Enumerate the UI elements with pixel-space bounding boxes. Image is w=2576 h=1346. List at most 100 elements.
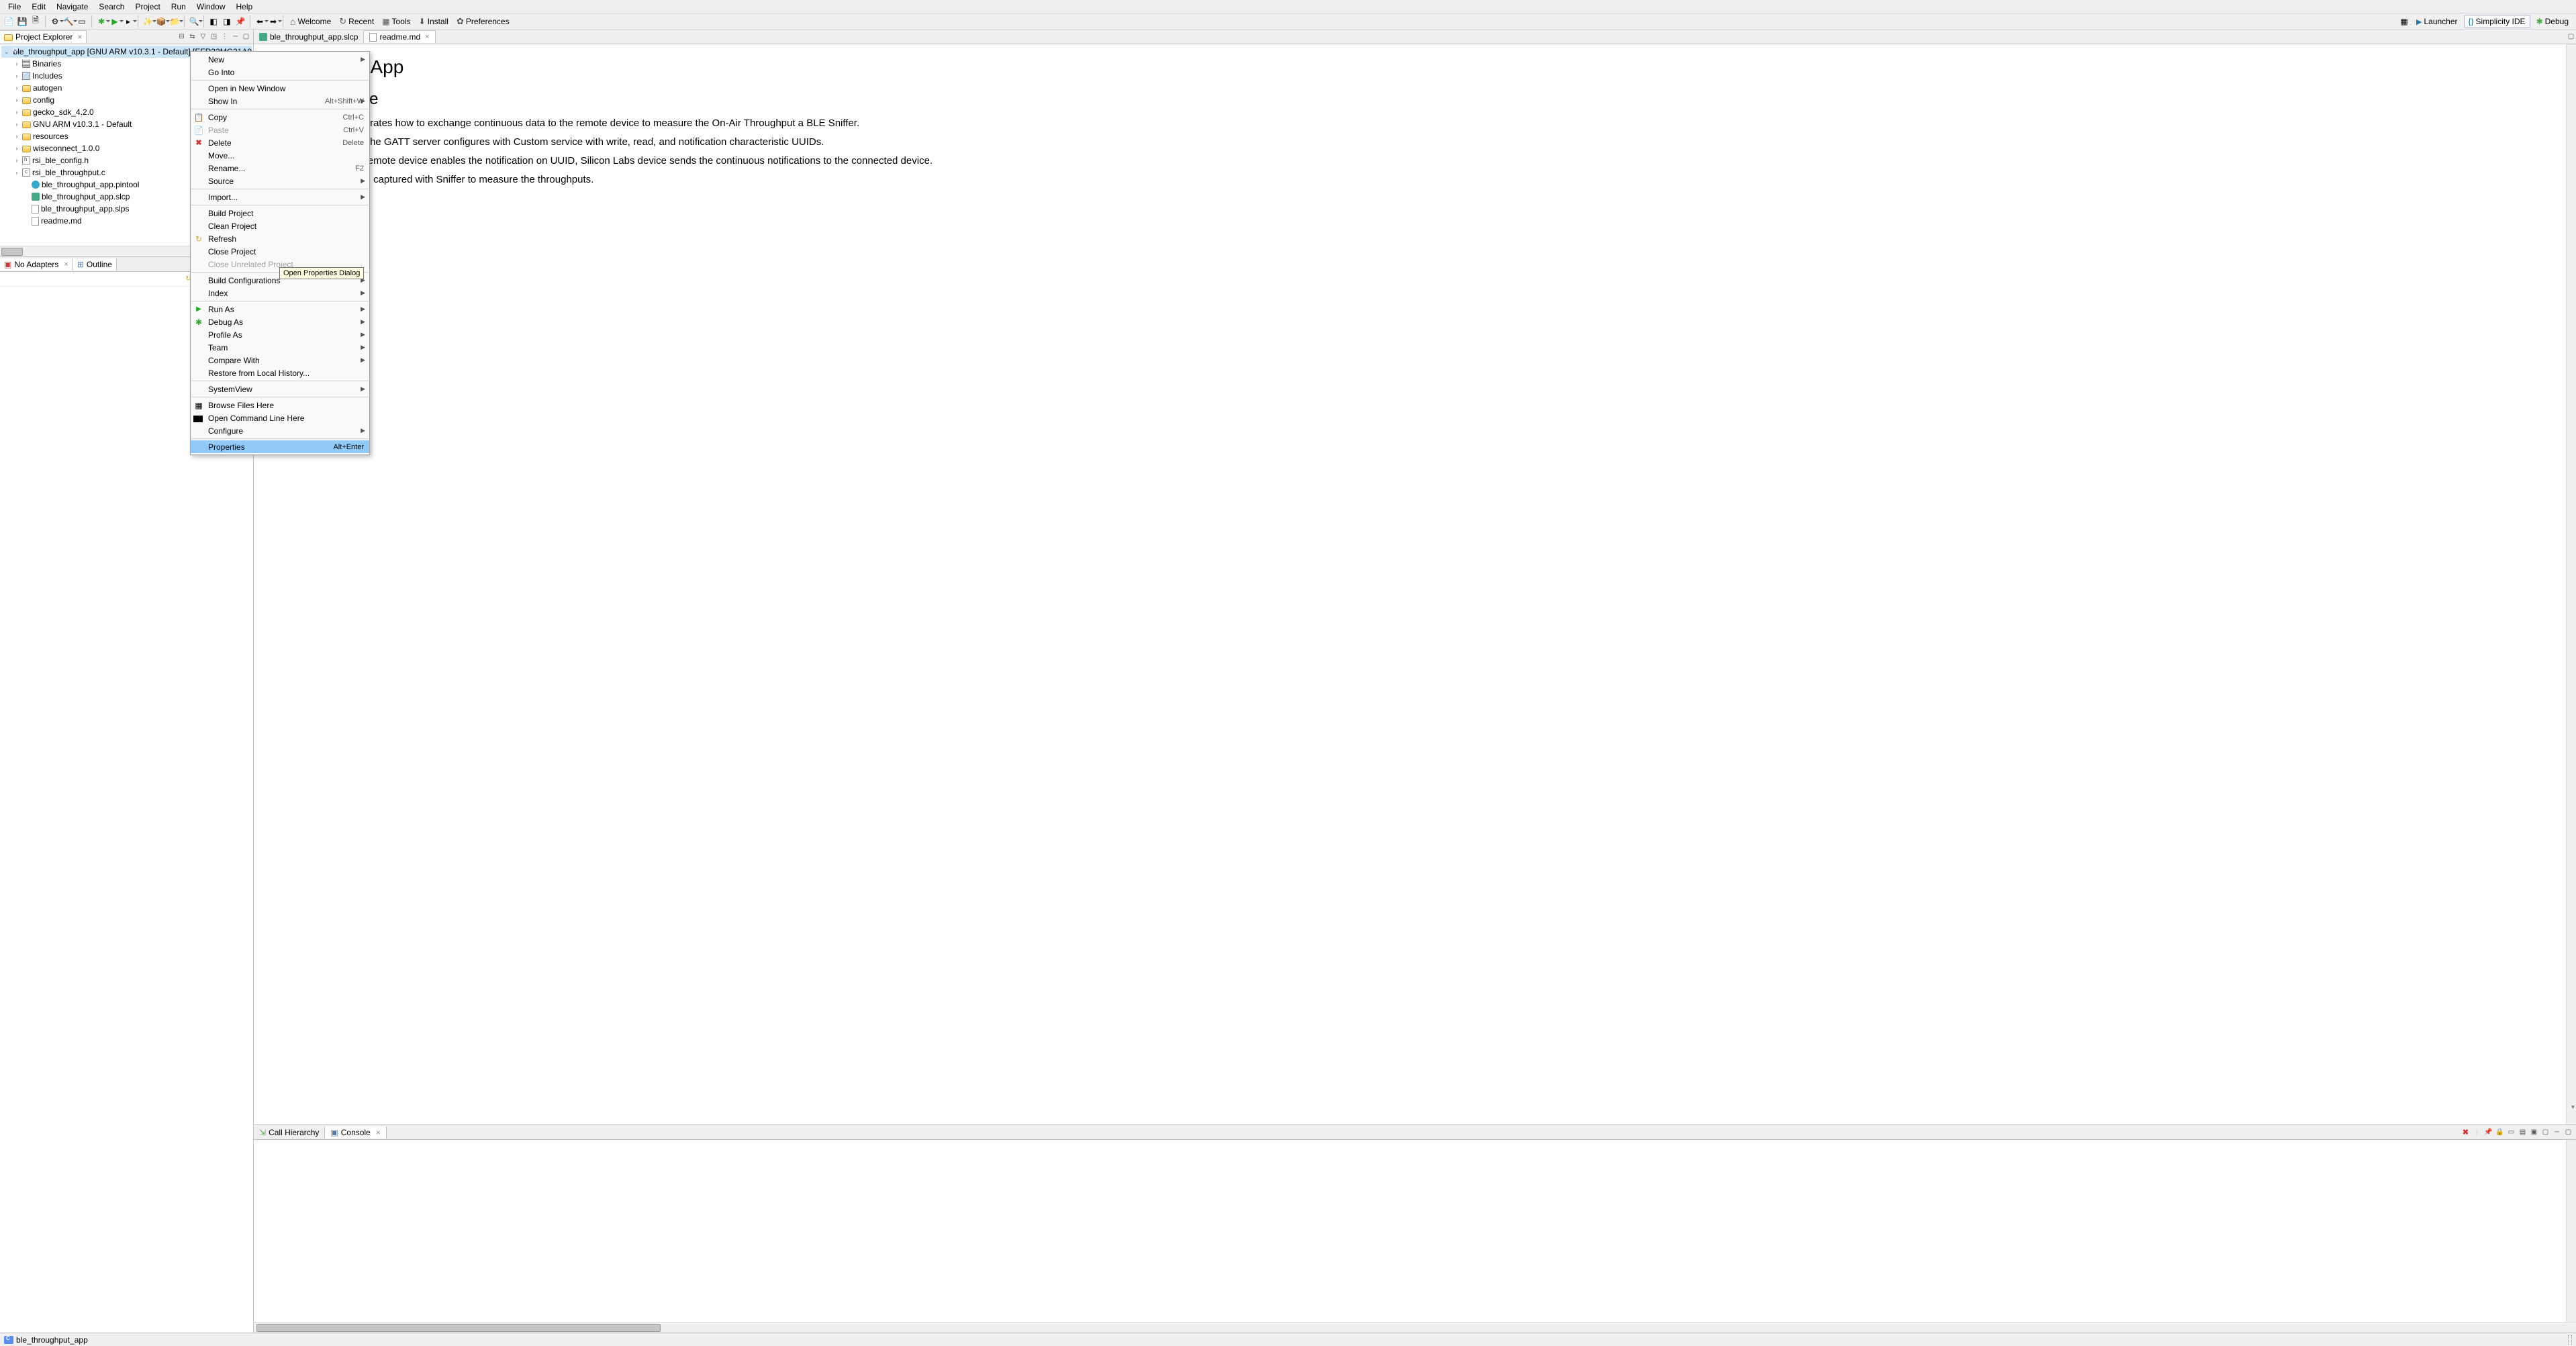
forward-icon[interactable]: ➡ xyxy=(267,15,279,28)
cm-build-project[interactable]: Build Project xyxy=(191,207,369,220)
cm-open-cmd[interactable]: Open Command Line Here xyxy=(191,412,369,424)
new-wizard-icon[interactable]: ✨ xyxy=(142,15,154,28)
cm-delete[interactable]: ✖DeleteDelete xyxy=(191,136,369,149)
menu-navigate[interactable]: Navigate xyxy=(51,1,93,13)
terminal-icon[interactable]: ▤ xyxy=(2518,1127,2528,1137)
cm-restore-local[interactable]: Restore from Local History... xyxy=(191,367,369,379)
wizard-icon[interactable]: 📦 xyxy=(155,15,167,28)
install-button[interactable]: Install xyxy=(416,17,452,26)
vertical-scrollbar[interactable] xyxy=(2566,1140,2576,1322)
cm-index[interactable]: Index▶ xyxy=(191,287,369,299)
run-icon[interactable]: ▶ xyxy=(109,15,121,28)
welcome-button[interactable]: Welcome xyxy=(287,16,334,27)
expand-icon[interactable] xyxy=(13,157,20,164)
expand-icon[interactable] xyxy=(13,85,20,91)
cm-profile-as[interactable]: Profile As▶ xyxy=(191,328,369,341)
maximize-icon[interactable]: ▢ xyxy=(2566,32,2576,42)
pin-icon[interactable]: 📌 xyxy=(2483,1127,2493,1137)
scroll-lock-icon[interactable]: 🔒 xyxy=(2495,1127,2505,1137)
expand-icon[interactable] xyxy=(13,97,20,103)
clear-icon[interactable]: ✖ xyxy=(2461,1127,2471,1137)
cm-clean-project[interactable]: Clean Project xyxy=(191,220,369,232)
resize-grip-icon[interactable] xyxy=(2568,1335,2572,1345)
cm-go-into[interactable]: Go Into xyxy=(191,66,369,79)
console-tab[interactable]: ▣Console× xyxy=(325,1126,386,1139)
hammer-build-icon[interactable]: 🔨 xyxy=(62,15,75,28)
cm-import[interactable]: Import...▶ xyxy=(191,191,369,203)
cm-systemview[interactable]: SystemView▶ xyxy=(191,383,369,395)
minimize-icon[interactable]: ─ xyxy=(2552,1127,2562,1137)
cm-open-new-window[interactable]: Open in New Window xyxy=(191,82,369,95)
save-button-icon[interactable]: 💾 xyxy=(16,15,28,28)
expand-icon[interactable] xyxy=(13,169,20,176)
filter-icon[interactable]: ▽ xyxy=(198,32,208,42)
perspective-simplicity-ide[interactable]: {}Simplicity IDE xyxy=(2464,15,2530,28)
menu-search[interactable]: Search xyxy=(93,1,130,13)
menu-project[interactable]: Project xyxy=(130,1,165,13)
cm-new[interactable]: New▶ xyxy=(191,53,369,66)
menu-window[interactable]: Window xyxy=(191,1,231,13)
close-icon[interactable]: × xyxy=(77,32,82,42)
expand-icon[interactable] xyxy=(13,109,20,115)
minimize-icon[interactable]: ─ xyxy=(230,32,240,42)
cm-compare-with[interactable]: Compare With▶ xyxy=(191,354,369,367)
close-icon[interactable]: × xyxy=(376,1128,381,1137)
preferences-button[interactable]: Preferences xyxy=(453,16,513,27)
pin-icon[interactable]: 📌 xyxy=(234,15,246,28)
cm-browse-files[interactable]: ▦Browse Files Here xyxy=(191,399,369,412)
cm-team[interactable]: Team▶ xyxy=(191,341,369,354)
annotations2-icon[interactable]: ◨ xyxy=(221,15,233,28)
editor-readme[interactable]: Throughput App urpose / Scope pplication… xyxy=(254,44,2576,1124)
cm-run-as[interactable]: ▶Run As▶ xyxy=(191,303,369,316)
expand-icon[interactable] xyxy=(13,133,20,140)
new-console-icon[interactable]: ▢ xyxy=(2540,1127,2550,1137)
maximize-icon[interactable]: ▢ xyxy=(241,32,251,42)
cm-configure[interactable]: Configure▶ xyxy=(191,424,369,437)
expand-icon[interactable] xyxy=(13,60,20,67)
editor-tab-slcp[interactable]: ble_throughput_app.slcp xyxy=(254,31,364,43)
focus-icon[interactable]: ◳ xyxy=(209,32,219,42)
display-icon[interactable]: ▭ xyxy=(2506,1127,2516,1137)
chevron-down-icon[interactable]: ▾ xyxy=(2571,1104,2575,1111)
project-explorer-tab[interactable]: Project Explorer × xyxy=(0,30,87,43)
collapse-all-icon[interactable]: ⊟ xyxy=(177,32,187,42)
close-icon[interactable]: × xyxy=(425,33,429,41)
horizontal-scrollbar[interactable] xyxy=(254,1322,2576,1333)
outline-tab[interactable]: ⊞Outline xyxy=(73,258,117,271)
open-console-icon[interactable]: ▣ xyxy=(2529,1127,2539,1137)
no-adapters-tab[interactable]: ▣No Adapters xyxy=(0,258,73,271)
cm-properties[interactable]: PropertiesAlt+Enter xyxy=(191,440,369,453)
menu-edit[interactable]: Edit xyxy=(26,1,51,13)
build-config-icon[interactable]: ⚙ xyxy=(49,15,61,28)
menu-help[interactable]: Help xyxy=(231,1,258,13)
new-button-icon[interactable]: 📄 xyxy=(3,15,15,28)
cm-close-project[interactable]: Close Project xyxy=(191,245,369,258)
call-hierarchy-tab[interactable]: ⇲Call Hierarchy xyxy=(254,1126,325,1139)
maximize-icon[interactable]: ▢ xyxy=(2563,1127,2573,1137)
expand-icon[interactable] xyxy=(13,73,20,79)
console-body[interactable] xyxy=(254,1140,2576,1322)
perspective-launcher[interactable]: Launcher xyxy=(2412,15,2463,28)
search-icon[interactable]: 🔍 xyxy=(188,15,200,28)
view-menu-icon[interactable]: ⋮ xyxy=(220,32,230,42)
cm-show-in[interactable]: Show InAlt+Shift+W▶ xyxy=(191,95,369,107)
profile-icon[interactable]: ▸ xyxy=(122,15,134,28)
annotations-icon[interactable]: ◧ xyxy=(207,15,220,28)
cm-refresh[interactable]: ↻Refresh xyxy=(191,232,369,245)
expand-icon[interactable] xyxy=(13,145,20,152)
perspective-debug[interactable]: Debug xyxy=(2532,15,2573,28)
menu-run[interactable]: Run xyxy=(166,1,191,13)
save-all-icon[interactable]: 🗎 xyxy=(30,15,42,28)
wizard2-icon[interactable]: 📁 xyxy=(169,15,181,28)
vertical-scrollbar[interactable] xyxy=(2566,44,2576,1124)
open-perspective-icon[interactable]: ▦ xyxy=(2398,15,2410,28)
link-editor-icon[interactable]: ⇆ xyxy=(187,32,197,42)
toolbar-generic-icon[interactable]: ▭ xyxy=(76,15,88,28)
cm-source[interactable]: Source▶ xyxy=(191,175,369,187)
editor-tab-readme[interactable]: readme.md × xyxy=(364,30,435,43)
back-icon[interactable]: ⬅ xyxy=(254,15,266,28)
recent-button[interactable]: Recent xyxy=(336,16,377,27)
menu-file[interactable]: File xyxy=(3,1,26,13)
debug-icon[interactable]: ✱ xyxy=(95,15,107,28)
tools-button[interactable]: Tools xyxy=(379,17,414,26)
